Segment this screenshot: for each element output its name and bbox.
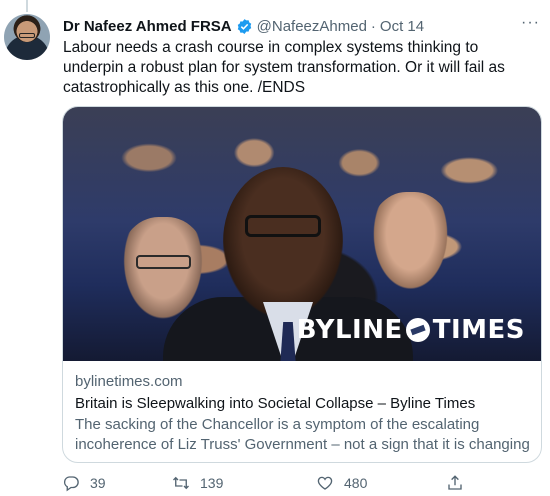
more-icon[interactable]: ··· [521, 14, 540, 32]
like-button[interactable]: 480 [316, 474, 367, 492]
verified-badge-icon [237, 18, 251, 34]
tweet-text: Labour needs a crash course in complex s… [63, 39, 505, 96]
reply-count: 39 [90, 475, 106, 491]
card-body: bylinetimes.com Britain is Sleepwalking … [63, 361, 541, 462]
logo-word-left: BYLINE [296, 315, 403, 345]
card-image[interactable]: BYLINE TIMES [63, 107, 541, 361]
retweet-icon [173, 476, 189, 490]
audience-person-right [368, 192, 453, 297]
separator-dot: · [370, 17, 376, 35]
thread-connector-line [26, 0, 28, 12]
avatar-glasses [19, 33, 35, 38]
link-preview-card[interactable]: BYLINE TIMES bylinetimes.com Britain is … [62, 106, 542, 463]
logo-arrow-icon [405, 318, 430, 342]
reply-button[interactable]: 39 [62, 474, 106, 492]
reply-icon [63, 476, 79, 492]
byline-times-logo: BYLINE TIMES [297, 315, 525, 345]
glasses-shape [136, 255, 191, 269]
glasses-shape [245, 215, 321, 237]
tweet-actions: 39 139 480 [62, 472, 532, 494]
share-icon [448, 475, 462, 490]
like-icon [317, 476, 333, 490]
retweet-button[interactable]: 139 [172, 474, 223, 492]
author-name[interactable]: Dr Nafeez Ahmed FRSA [63, 18, 232, 35]
logo-word-right: TIMES [432, 315, 525, 345]
main-person-head [223, 167, 343, 317]
share-button[interactable] [446, 474, 474, 492]
author-handle[interactable]: @NafeezAhmed [257, 18, 367, 35]
tweet-header: Dr Nafeez Ahmed FRSA @NafeezAhmed · Oct … [63, 14, 540, 36]
tweet-date[interactable]: Oct 14 [380, 18, 424, 35]
like-count: 480 [344, 475, 368, 491]
card-title: Britain is Sleepwalking into Societal Co… [75, 395, 476, 412]
card-description: The sacking of the Chancellor is a sympt… [75, 416, 530, 462]
avatar[interactable] [4, 14, 50, 60]
retweet-count: 139 [200, 475, 224, 491]
card-domain: bylinetimes.com [75, 373, 183, 390]
